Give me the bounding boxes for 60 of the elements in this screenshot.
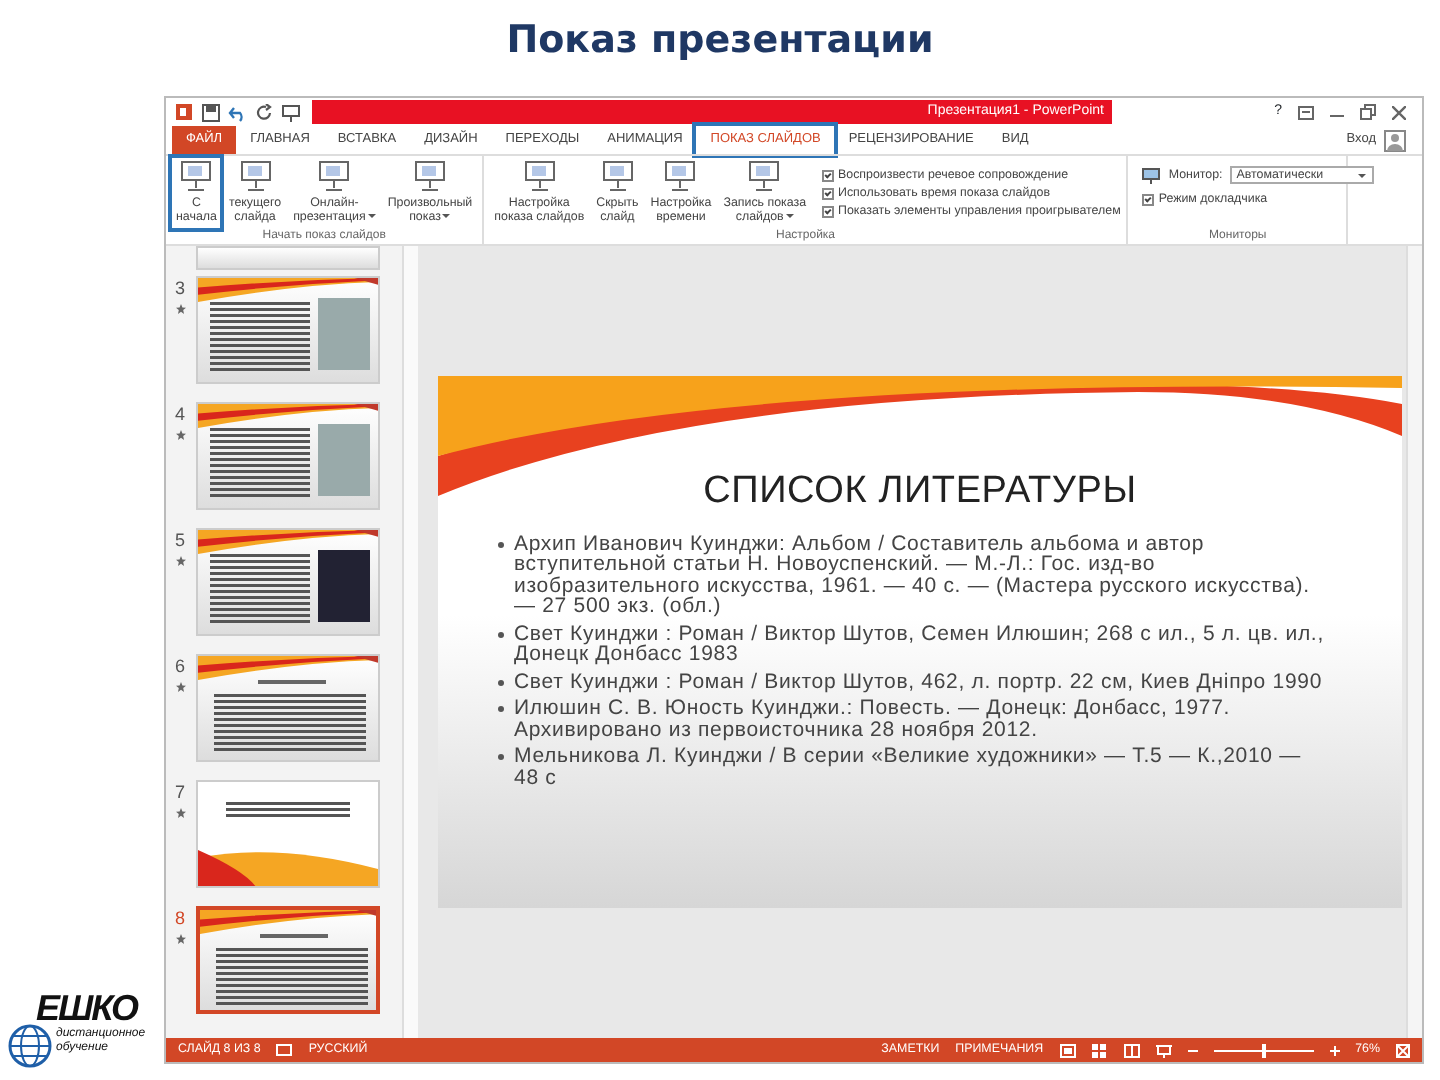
scrollbar[interactable]: [402, 246, 418, 1038]
slide-number: 7: [174, 780, 185, 806]
slide-title: СПИСОК ЛИТЕРАТУРЫ: [701, 468, 1139, 516]
zoom-in-icon[interactable]: [1329, 1045, 1340, 1055]
bullet-text: Архип Иванович Куинджи: Альбом / Составитель альбома и автор вступительной статьи Н. Новоуспенский. — М.-Л.: Гос. изд-во изобразительного искусства, 1961. — 40 с. — (Мастера русского искусства). — 27 500 экз. (обл.): [514, 533, 1312, 617]
bullet-icon: [498, 706, 504, 712]
bullet-text: Свет Куинджи : Роман / Виктор Шутов, 462, л. портр. 22 см, Киев Дніпро 1990: [514, 671, 1323, 692]
bullet-icon: [498, 754, 504, 760]
screen-icon: [412, 160, 448, 192]
restore-icon[interactable]: [1360, 104, 1376, 120]
reading-view-icon[interactable]: [1123, 1043, 1140, 1057]
user-avatar-icon[interactable]: [1384, 129, 1406, 151]
slide-number: 5: [174, 528, 185, 554]
close-icon[interactable]: [1392, 105, 1406, 119]
star-icon[interactable]: [175, 555, 185, 565]
star-icon[interactable]: [175, 429, 185, 439]
bullet-icon: [498, 631, 504, 637]
slide-thumbnail[interactable]: [196, 528, 380, 636]
page-title: Показ презентации: [504, 16, 936, 66]
screen-icon: [599, 160, 636, 192]
screen-icon: [662, 160, 699, 192]
monitor-icon: [1142, 167, 1161, 184]
logo-wordmark: ЕШКО: [36, 988, 137, 1028]
star-icon[interactable]: [175, 681, 185, 691]
zoom-out-icon[interactable]: [1187, 1045, 1198, 1055]
screen-icon: [178, 160, 215, 192]
slide-thumbnail[interactable]: [196, 276, 380, 384]
slide-number: 4: [174, 402, 185, 428]
slide-number: 8: [174, 906, 185, 932]
bullet-text: Свет Куинджи : Роман / Виктор Шутов, Семен Илюшин; 268 с ил., 5 л. цв. ил., Донецк Донбасс 1983: [514, 623, 1326, 665]
screen-icon: [237, 160, 273, 192]
save-icon[interactable]: [202, 103, 220, 121]
redo-icon[interactable]: [256, 103, 274, 121]
scrollbar[interactable]: [1406, 246, 1422, 1038]
ribbon-display-icon[interactable]: [1298, 105, 1314, 119]
slideshow-icon[interactable]: [1155, 1043, 1172, 1057]
grid-view-icon[interactable]: [1091, 1043, 1108, 1057]
normal-view-icon[interactable]: [1059, 1043, 1076, 1057]
slide-number: 3: [174, 276, 185, 302]
bullet-icon: [498, 541, 504, 547]
star-icon[interactable]: [175, 303, 185, 313]
globe-icon: [8, 1024, 52, 1068]
slide-thumbnail[interactable]: [196, 402, 380, 510]
bullet-text: Мельникова Л. Куинджи / В серии «Великие художники» — Т.5 — К.,2010 — 48 с: [514, 746, 1303, 788]
slide-thumbnail[interactable]: [196, 780, 380, 888]
slide-thumbnail[interactable]: [196, 906, 380, 1014]
fit-slide-icon[interactable]: [1396, 1043, 1410, 1057]
app-logo-icon[interactable]: [174, 102, 194, 122]
bullet-icon: [498, 679, 504, 685]
presentation-icon[interactable]: [282, 103, 300, 121]
screen-icon: [521, 160, 558, 192]
undo-icon[interactable]: [228, 103, 248, 121]
star-icon[interactable]: [175, 933, 185, 943]
slide-thumbnail[interactable]: [196, 246, 380, 270]
slide-thumbnail[interactable]: [196, 654, 380, 762]
screen-icon: [746, 160, 783, 192]
bullet-text: Илюшин С. В. Юность Куинджи.: Повесть. — Донецк: Донбасс, 1977. Архивировано из первоисточника 28 ноября 2012.: [514, 698, 1233, 740]
slide-number: 6: [174, 654, 185, 680]
screen-icon: [316, 160, 353, 192]
star-icon[interactable]: [175, 807, 185, 817]
